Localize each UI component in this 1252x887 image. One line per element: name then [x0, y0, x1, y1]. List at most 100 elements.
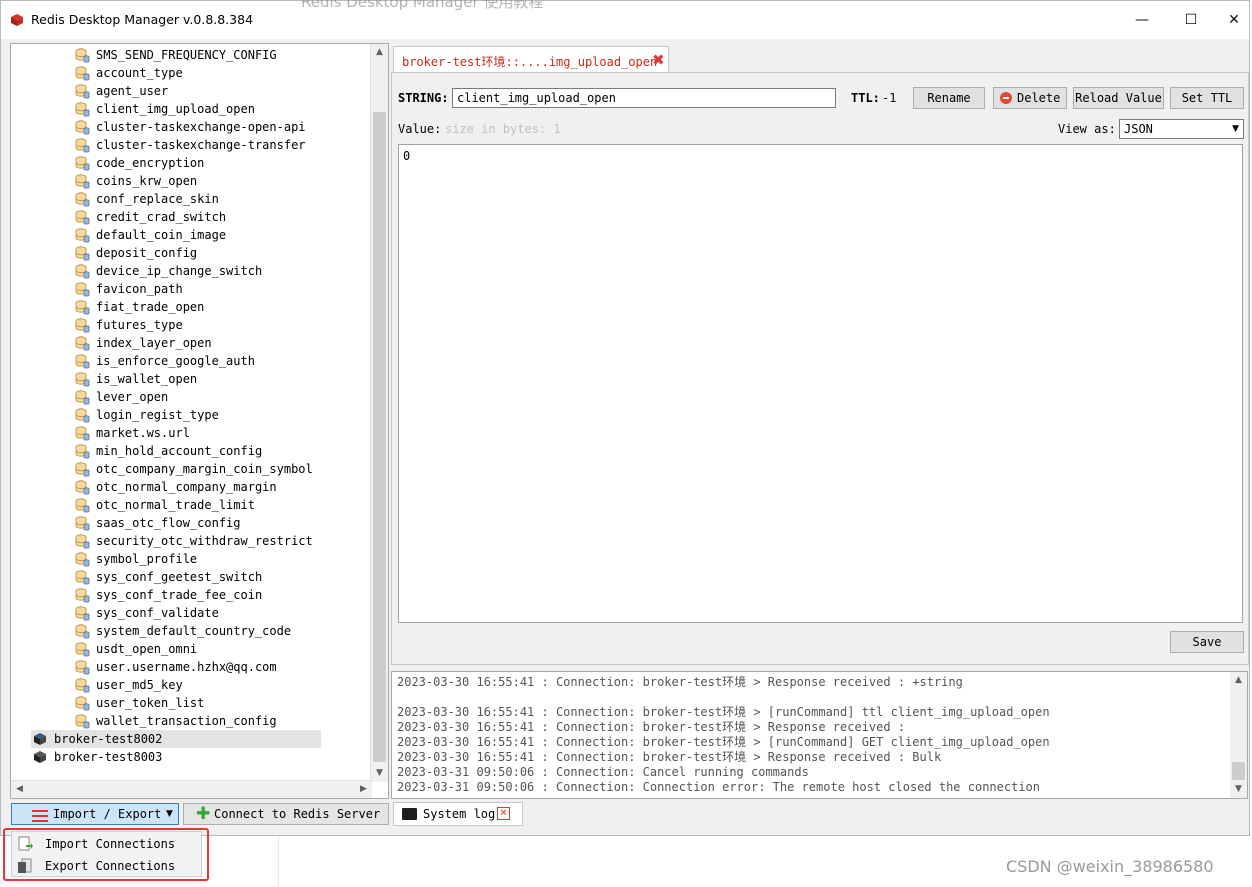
maximize-button[interactable]: ☐: [1171, 7, 1211, 33]
system-log-label: System log: [423, 807, 496, 821]
tab-key-client-img-upload-open[interactable]: broker-test环境::....img_upload_open ✖: [393, 46, 669, 73]
key-icon: [74, 461, 90, 477]
key-icon: [74, 245, 90, 261]
annotation-highlight-box: [3, 828, 209, 881]
key-icon: [74, 227, 90, 243]
scroll-thumb[interactable]: [373, 112, 386, 762]
scroll-thumb[interactable]: [1232, 762, 1245, 780]
key-label: cluster-taskexchange-transfer: [96, 138, 306, 152]
connection-label: broker-test8002: [54, 732, 163, 746]
import-export-label: Import / Export: [53, 807, 162, 821]
key-label: security_otc_withdraw_restrict: [96, 534, 313, 548]
save-button[interactable]: Save: [1170, 631, 1244, 653]
key-label: lever_open: [96, 390, 169, 404]
tree-horizontal-scrollbar[interactable]: ◀ ▶: [11, 780, 372, 798]
delete-button[interactable]: Delete: [993, 87, 1067, 109]
key-label: sys_conf_geetest_switch: [96, 570, 263, 584]
tree-connection-item[interactable]: broker-test8002: [31, 730, 321, 748]
key-icon: [74, 137, 90, 153]
key-icon: [74, 317, 90, 333]
key-label: symbol_profile: [96, 552, 198, 566]
view-as-label: View as:: [1058, 122, 1116, 136]
close-icon[interactable]: ✕: [497, 807, 510, 820]
key-label: saas_otc_flow_config: [96, 516, 241, 530]
server-icon: [34, 751, 46, 763]
key-icon: [74, 443, 90, 459]
key-icon: [74, 335, 90, 351]
key-name-field[interactable]: client_img_upload_open: [452, 88, 836, 108]
scroll-up-icon[interactable]: ▲: [371, 44, 388, 61]
divider: [278, 836, 279, 887]
key-label: market.ws.url: [96, 426, 190, 440]
import-export-button[interactable]: Import / Export ▼: [11, 803, 179, 825]
key-label: sys_conf_trade_fee_coin: [96, 588, 263, 602]
scroll-right-icon[interactable]: ▶: [355, 781, 372, 798]
key-icon: [74, 587, 90, 603]
view-as-select[interactable]: JSON ▼: [1119, 119, 1244, 139]
scroll-down-icon[interactable]: ▼: [371, 765, 388, 782]
value-editor[interactable]: 0: [398, 144, 1243, 623]
close-button[interactable]: ✕: [1214, 7, 1252, 33]
window-title: Redis Desktop Manager v.0.8.8.384: [31, 12, 254, 27]
key-label: user.username.hzhx@qq.com: [96, 660, 277, 674]
key-label: account_type: [96, 66, 183, 80]
key-label: user_md5_key: [96, 678, 183, 692]
key-label: login_regist_type: [96, 408, 219, 422]
connect-to-redis-button[interactable]: ✚ Connect to Redis Server: [183, 803, 389, 825]
connection-tree[interactable]: SMS_SEND_FREQUENCY_CONFIG account_type age…: [10, 43, 389, 799]
key-icon: [74, 425, 90, 441]
log-line: 2023-03-31 09:50:06 : Connection: Connec…: [397, 780, 1040, 794]
set-ttl-button[interactable]: Set TTL: [1170, 87, 1244, 109]
log-line: 2023-03-30 16:55:41 : Connection: broker…: [397, 750, 942, 764]
redis-logo-icon: [11, 14, 23, 26]
key-icon: [74, 353, 90, 369]
delete-icon: [1000, 92, 1012, 104]
key-icon: [74, 299, 90, 315]
key-icon: [74, 551, 90, 567]
key-label: system_default_country_code: [96, 624, 292, 638]
key-icon: [74, 281, 90, 297]
system-log[interactable]: 2023-03-30 16:55:41 : Connection: broker…: [391, 671, 1248, 799]
rename-button[interactable]: Rename: [913, 87, 985, 109]
title-bar[interactable]: Redis Desktop Manager 使用教程 Redis Desktop…: [1, 0, 1252, 39]
key-label: cluster-taskexchange-open-api: [96, 120, 306, 134]
key-icon: [74, 263, 90, 279]
key-label: deposit_config: [96, 246, 198, 260]
key-icon: [74, 479, 90, 495]
key-icon: [74, 677, 90, 693]
tab-close-icon[interactable]: ✖: [652, 51, 665, 69]
minimize-button[interactable]: —: [1122, 7, 1162, 33]
key-label: wallet_transaction_config: [96, 714, 277, 728]
key-icon: [74, 623, 90, 639]
terminal-icon: [402, 808, 417, 820]
tree-vertical-scrollbar[interactable]: ▲ ▼: [370, 44, 388, 782]
key-label: credit_crad_switch: [96, 210, 227, 224]
key-label: conf_replace_skin: [96, 192, 219, 206]
tab-label: broker-test环境::....img_upload_open: [402, 55, 658, 69]
menu-icon: [32, 808, 48, 822]
log-scrollbar[interactable]: ▲ ▼: [1230, 672, 1247, 798]
key-icon: [74, 47, 90, 63]
delete-label: Delete: [1017, 91, 1061, 105]
key-value-editor: STRING: client_img_upload_open TTL: -1 R…: [391, 72, 1249, 665]
key-label: client_img_upload_open: [96, 102, 255, 116]
key-label: code_encryption: [96, 156, 205, 170]
scroll-up-icon[interactable]: ▲: [1230, 672, 1247, 689]
scroll-down-icon[interactable]: ▼: [1230, 781, 1247, 798]
key-icon: [74, 659, 90, 675]
key-label: min_hold_account_config: [96, 444, 263, 458]
key-icon: [74, 173, 90, 189]
view-as-value: JSON: [1124, 122, 1153, 136]
scroll-left-icon[interactable]: ◀: [11, 781, 28, 798]
key-label: device_ip_change_switch: [96, 264, 263, 278]
tab-system-log[interactable]: System log ✕: [393, 802, 523, 826]
tree-connection-item[interactable]: broker-test8003: [31, 748, 321, 766]
connection-label: broker-test8003: [54, 750, 163, 764]
key-icon: [74, 371, 90, 387]
key-icon: [74, 533, 90, 549]
key-icon: [74, 605, 90, 621]
key-icon: [74, 497, 90, 513]
key-icon: [74, 515, 90, 531]
reload-value-button[interactable]: Reload Value: [1073, 87, 1164, 109]
plus-icon: ✚: [196, 804, 211, 824]
